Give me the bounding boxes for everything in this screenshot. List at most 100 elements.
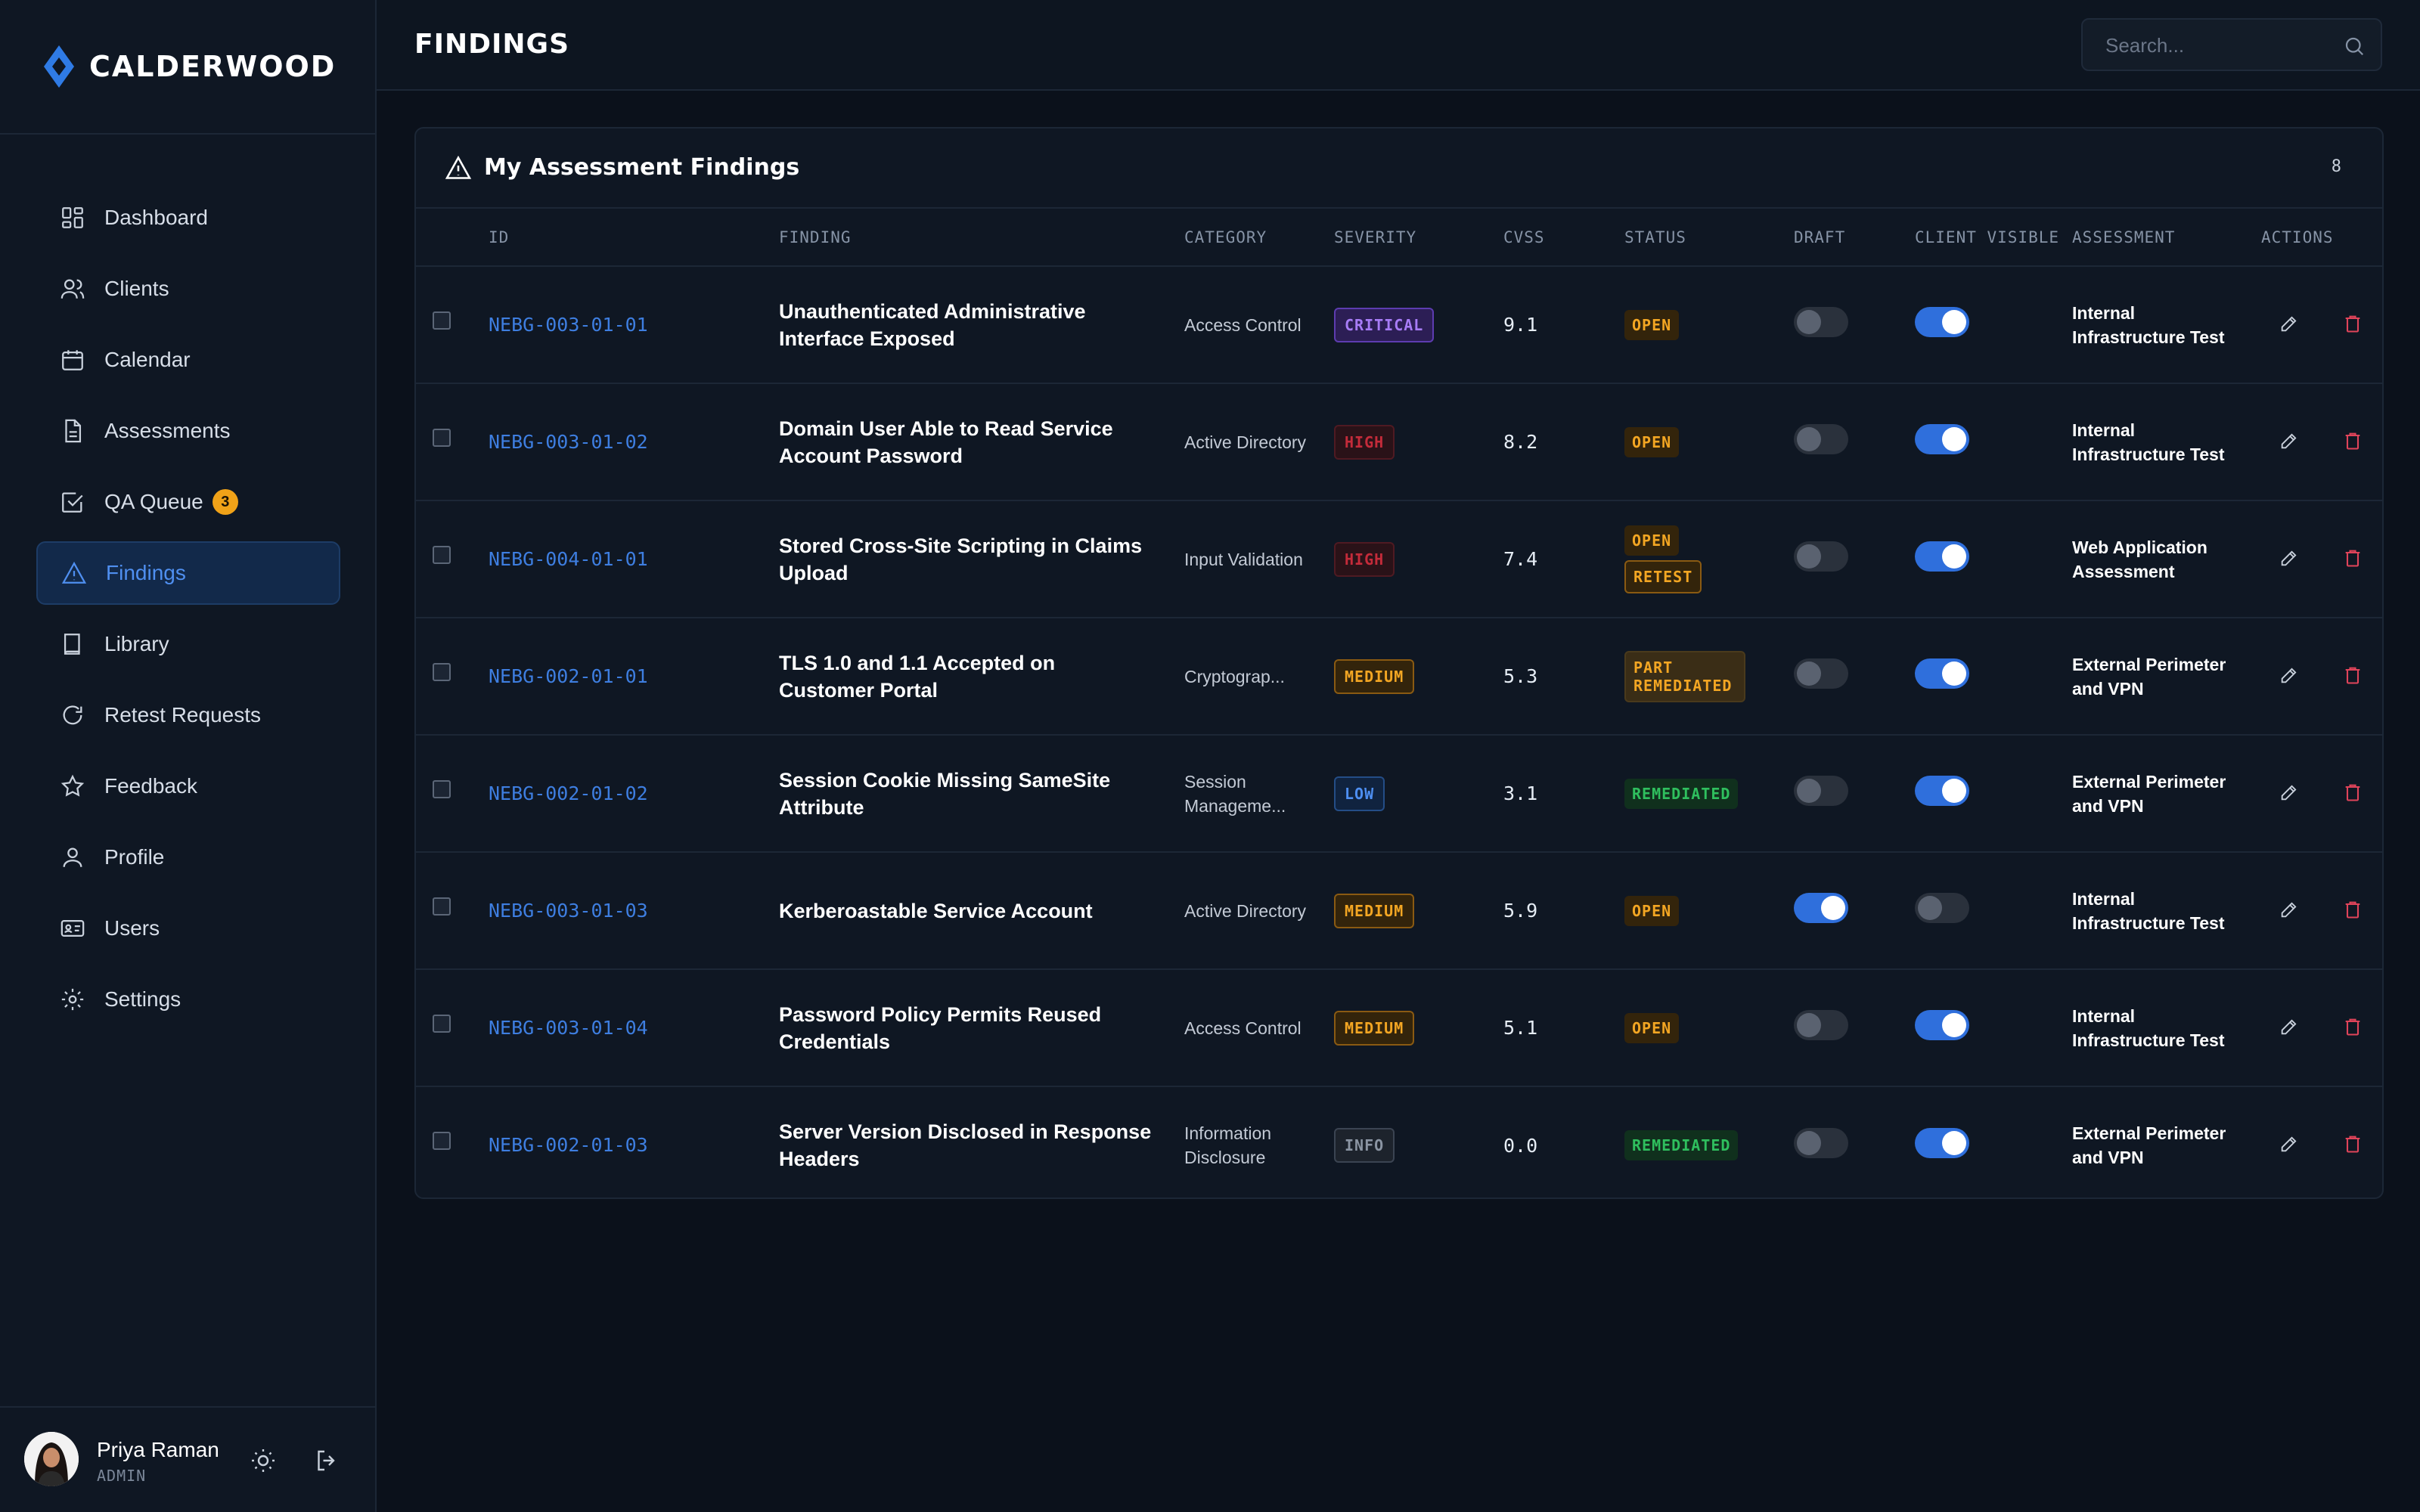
panel-header: My Assessment Findings 8 <box>416 129 2382 209</box>
logo[interactable]: CALDERWOOD <box>42 42 336 91</box>
client-visible-toggle[interactable] <box>1915 307 1969 337</box>
draft-toggle[interactable] <box>1794 893 1848 923</box>
client-visible-toggle[interactable] <box>1915 776 1969 806</box>
finding-title[interactable]: TLS 1.0 and 1.1 Accepted on Customer Por… <box>779 618 1184 736</box>
trash-icon[interactable] <box>2340 779 2366 805</box>
row-checkbox[interactable] <box>433 662 451 681</box>
finding-title[interactable]: Server Version Disclosed in Response Hea… <box>779 1086 1184 1204</box>
sidebar-item-assessments[interactable]: Assessments <box>36 399 340 463</box>
finding-id-link[interactable]: NEBG-003-01-01 <box>489 314 648 336</box>
row-checkbox[interactable] <box>433 897 451 916</box>
draft-toggle[interactable] <box>1794 658 1848 689</box>
finding-id-link[interactable]: NEBG-002-01-03 <box>489 1134 648 1156</box>
finding-id-link[interactable]: NEBG-002-01-01 <box>489 665 648 687</box>
search-input[interactable] <box>2105 32 2332 59</box>
sidebar-item-findings[interactable]: Findings <box>36 541 340 605</box>
trash-icon[interactable] <box>2340 311 2366 336</box>
finding-id-link[interactable]: NEBG-002-01-02 <box>489 782 648 804</box>
client-visible-toggle[interactable] <box>1915 1010 1969 1040</box>
finding-title[interactable]: Unauthenticated Administrative Interface… <box>779 266 1184 384</box>
row-checkbox[interactable] <box>433 1132 451 1150</box>
row-checkbox[interactable] <box>433 779 451 798</box>
draft-toggle[interactable] <box>1794 307 1848 337</box>
column-header-assessment[interactable]: ASSESSMENT <box>2072 209 2261 267</box>
trash-icon[interactable] <box>2340 1014 2366 1040</box>
client-visible-cell <box>1915 618 2072 736</box>
sidebar-item-profile[interactable]: Profile <box>36 826 340 889</box>
column-header-status[interactable]: STATUS <box>1624 209 1794 267</box>
table-row[interactable]: NEBG-002-01-01 TLS 1.0 and 1.1 Accepted o… <box>416 618 2382 736</box>
finding-title[interactable]: Domain User Able to Read Service Account… <box>779 383 1184 501</box>
edit-icon[interactable] <box>2276 662 2302 688</box>
finding-id-link[interactable]: NEBG-003-01-04 <box>489 1017 648 1039</box>
edit-icon[interactable] <box>2276 1014 2302 1040</box>
check-square-icon <box>59 488 86 516</box>
cvss-score: 5.9 <box>1503 852 1624 970</box>
finding-title[interactable]: Kerberoastable Service Account <box>779 852 1184 970</box>
trash-icon[interactable] <box>2340 545 2366 571</box>
logout-icon[interactable] <box>313 1447 340 1474</box>
sun-icon[interactable] <box>250 1447 277 1474</box>
draft-toggle[interactable] <box>1794 776 1848 806</box>
row-checkbox[interactable] <box>433 311 451 330</box>
sidebar-item-clients[interactable]: Clients <box>36 257 340 321</box>
edit-icon[interactable] <box>2276 779 2302 805</box>
client-visible-toggle[interactable] <box>1915 893 1969 923</box>
client-visible-cell <box>1915 852 2072 970</box>
edit-icon[interactable] <box>2276 428 2302 454</box>
trash-icon[interactable] <box>2340 897 2366 922</box>
client-visible-toggle[interactable] <box>1915 424 1969 454</box>
finding-id-link[interactable]: NEBG-003-01-02 <box>489 431 648 453</box>
sidebar-item-qa-queue[interactable]: QA Queue 3 <box>36 470 340 534</box>
table-row[interactable]: NEBG-003-01-01 Unauthenticated Administra… <box>416 266 2382 384</box>
finding-id-link[interactable]: NEBG-004-01-01 <box>489 548 648 570</box>
column-header-severity[interactable]: SEVERITY <box>1334 209 1503 267</box>
column-header-client-visible[interactable]: CLIENT VISIBLE <box>1915 209 2072 267</box>
client-visible-toggle[interactable] <box>1915 1127 1969 1158</box>
draft-toggle[interactable] <box>1794 541 1848 572</box>
avatar[interactable] <box>24 1432 79 1486</box>
client-visible-toggle[interactable] <box>1915 541 1969 572</box>
sidebar-item-users[interactable]: Users <box>36 897 340 960</box>
edit-icon[interactable] <box>2276 545 2302 571</box>
trash-icon[interactable] <box>2340 428 2366 454</box>
column-header-draft[interactable]: DRAFT <box>1794 209 1915 267</box>
column-header-category[interactable]: CATEGORY <box>1184 209 1334 267</box>
table-row[interactable]: NEBG-004-01-01 Stored Cross-Site Scriptin… <box>416 500 2382 618</box>
row-checkbox[interactable] <box>433 1014 451 1033</box>
draft-toggle[interactable] <box>1794 1010 1848 1040</box>
table-row[interactable]: NEBG-002-01-02 Session Cookie Missing Sam… <box>416 735 2382 853</box>
severity-badge: LOW <box>1334 776 1385 811</box>
sidebar-item-settings[interactable]: Settings <box>36 968 340 1031</box>
search-icon[interactable] <box>2343 35 2366 57</box>
finding-title[interactable]: Stored Cross-Site Scripting in Claims Up… <box>779 500 1184 618</box>
edit-icon[interactable] <box>2276 311 2302 336</box>
sidebar-item-calendar[interactable]: Calendar <box>36 328 340 392</box>
row-checkbox[interactable] <box>433 545 451 564</box>
row-checkbox[interactable] <box>433 428 451 447</box>
trash-icon[interactable] <box>2340 662 2366 688</box>
column-header-id[interactable]: ID <box>489 209 779 267</box>
column-header-cvss[interactable]: CVSS <box>1503 209 1624 267</box>
search-box[interactable] <box>2081 18 2382 71</box>
sidebar-item-feedback[interactable]: Feedback <box>36 754 340 818</box>
draft-toggle[interactable] <box>1794 424 1848 454</box>
trash-icon[interactable] <box>2340 1131 2366 1157</box>
edit-icon[interactable] <box>2276 1131 2302 1157</box>
finding-title[interactable]: Session Cookie Missing SameSite Attribut… <box>779 735 1184 853</box>
cvss-score: 0.0 <box>1503 1134 1538 1157</box>
finding-id-link[interactable]: NEBG-003-01-03 <box>489 900 648 922</box>
sidebar-item-library[interactable]: Library <box>36 612 340 676</box>
sidebar-item-retest-requests[interactable]: Retest Requests <box>36 683 340 747</box>
table-row[interactable]: NEBG-003-01-02 Domain User Able to Read S… <box>416 383 2382 501</box>
draft-toggle[interactable] <box>1794 1127 1848 1158</box>
table-row[interactable]: NEBG-003-01-03 Kerberoastable Service Acc… <box>416 852 2382 970</box>
client-visible-toggle[interactable] <box>1915 658 1969 689</box>
edit-icon[interactable] <box>2276 897 2302 922</box>
sidebar-item-dashboard[interactable]: Dashboard <box>36 186 340 249</box>
table-row[interactable]: NEBG-003-01-04 Password Policy Permits Re… <box>416 969 2382 1087</box>
table-row[interactable]: NEBG-002-01-03 Server Version Disclosed i… <box>416 1086 2382 1204</box>
finding-title[interactable]: Password Policy Permits Reused Credentia… <box>779 969 1184 1087</box>
client-visible-cell <box>1915 383 2072 501</box>
column-header-finding[interactable]: FINDING <box>779 209 1184 267</box>
